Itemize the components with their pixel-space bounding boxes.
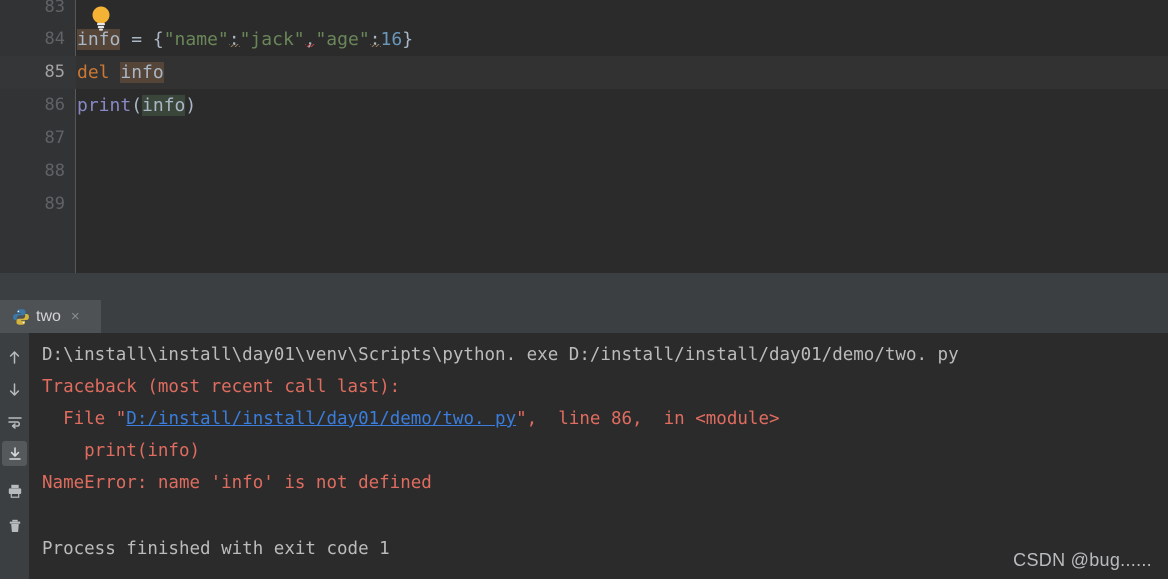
code-token-equals: = — [120, 29, 153, 50]
code-token-open-paren: ( — [131, 95, 143, 116]
console-file-line[interactable]: File "D:/install/install/day01/demo/two.… — [42, 403, 780, 435]
code-token-space-85 — [110, 62, 121, 83]
code-token-value-16: 16 — [380, 29, 403, 50]
code-token-print-function: print — [77, 95, 132, 116]
console-file-suffix: ", line 86, in <module> — [516, 409, 780, 429]
console-source-line: print(info) — [42, 441, 201, 461]
arrow-down-icon — [9, 383, 20, 396]
line-number-89: 89 — [44, 194, 65, 214]
code-token-key-age: "age" — [315, 29, 370, 50]
scroll-to-end-button[interactable] — [2, 441, 27, 466]
line-number-83: 83 — [44, 0, 65, 17]
code-token-value-jack: "jack" — [239, 29, 305, 50]
code-line-85[interactable]: del info — [77, 56, 1168, 89]
trash-button[interactable] — [2, 513, 27, 538]
editor-gutter[interactable]: 83 84 85 86 87 88 89 — [0, 0, 76, 273]
line-number-87: 87 — [44, 128, 65, 148]
console-error-line: NameError: name 'info' is not defined — [42, 473, 432, 493]
console-file-link[interactable]: D:/install/install/day01/demo/two. py — [126, 409, 516, 429]
code-editor[interactable]: 83 84 85 86 87 88 89 info = {"name":"jac… — [0, 0, 1168, 273]
console-output[interactable]: D:\install\install\day01\venv\Scripts\py… — [29, 333, 1168, 579]
line-number-85: 85 — [44, 62, 65, 82]
code-token-key-name: "name" — [163, 29, 229, 50]
code-token-info-print: info — [142, 95, 186, 116]
run-tab-bar: two × — [0, 300, 1168, 333]
soft-wrap-button[interactable] — [2, 409, 27, 434]
line-number-84: 84 — [44, 29, 65, 49]
code-line-86[interactable]: print(info) — [77, 89, 1168, 122]
pycharm-ide-window: 83 84 85 86 87 88 89 info = {"name":"jac… — [0, 0, 1168, 579]
code-token-comma: , — [304, 29, 316, 50]
print-icon — [8, 484, 21, 498]
arrow-up-button[interactable] — [2, 345, 27, 370]
code-token-info-assign: info — [77, 29, 121, 50]
run-tab-label: two — [36, 307, 61, 325]
trash-icon — [9, 519, 20, 532]
console-command-line: D:\install\install\day01\venv\Scripts\py… — [42, 345, 959, 365]
run-toolbar — [0, 333, 29, 579]
code-token-open-brace: { — [152, 29, 164, 50]
code-token-close-brace: } — [402, 29, 414, 50]
soft-wrap-icon — [7, 416, 22, 429]
intention-lightbulb-icon[interactable] — [88, 3, 114, 31]
code-token-info-del: info — [120, 62, 164, 83]
print-button[interactable] — [2, 478, 27, 503]
console-exit-line: Process finished with exit code 1 — [42, 539, 390, 559]
run-tool-window: two × D:\install\install\day01\venv\Scri… — [0, 300, 1168, 579]
code-token-del-keyword: del — [77, 62, 110, 83]
close-icon[interactable]: × — [71, 309, 80, 324]
console-traceback-header: Traceback (most recent call last): — [42, 377, 401, 397]
code-line-84[interactable]: info = {"name":"jack","age":16} — [77, 23, 1168, 56]
arrow-down-button[interactable] — [2, 377, 27, 402]
code-token-close-paren: ) — [185, 95, 197, 116]
code-token-colon-1: : — [228, 29, 240, 50]
scroll-to-end-icon — [8, 446, 21, 460]
arrow-up-icon — [9, 351, 20, 364]
python-file-icon — [13, 308, 29, 325]
csdn-watermark: CSDN @bug...... — [1013, 550, 1152, 570]
console-file-prefix: File " — [42, 409, 127, 429]
line-number-86: 86 — [44, 95, 65, 115]
code-token-colon-2: : — [369, 29, 381, 50]
panel-splitter[interactable] — [0, 273, 1168, 300]
code-text-area[interactable]: info = {"name":"jack","age":16} del info… — [77, 0, 1168, 273]
run-tab-two[interactable]: two × — [0, 300, 101, 333]
line-number-88: 88 — [44, 161, 65, 181]
